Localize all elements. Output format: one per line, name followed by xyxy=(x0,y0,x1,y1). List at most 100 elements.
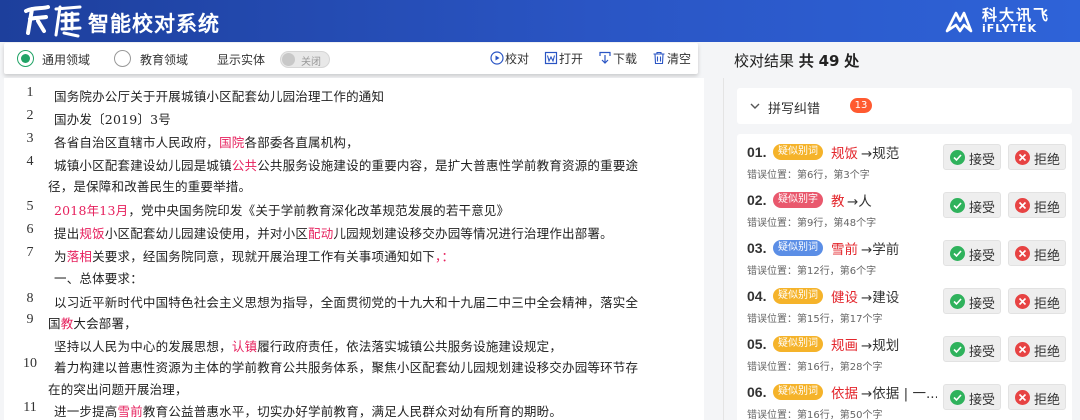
results-total-prefix: 共 xyxy=(798,52,814,70)
clear-label: 清空 xyxy=(667,52,692,66)
download-button[interactable]: 下载 xyxy=(598,49,644,67)
error-type-tag: 疑似别词 xyxy=(773,336,823,352)
line-number: 8 xyxy=(26,291,34,306)
result-item[interactable]: 06. 疑似别词 依据 →依据 | 一... 错误位置：第16行，第50个字 接受 拒绝 xyxy=(737,374,1072,420)
result-item[interactable]: 02. 疑似别字教 →人 错误位置：第9行，第48个字 接受 拒绝 xyxy=(737,182,1072,234)
download-label: 下载 xyxy=(613,52,638,66)
item-number: 01. xyxy=(747,144,767,160)
text-segment: 提出 xyxy=(54,226,80,241)
result-item[interactable]: 04. 疑似别词 健设 →建设 错误位置：第15行，第17个字 接受 拒绝 xyxy=(737,278,1072,330)
document-line: 国务院办公厅关于开展城镇小区配套幼儿园治理工作的通知 xyxy=(54,86,384,105)
open-button[interactable]: 打开 xyxy=(544,49,590,67)
toolbar: 通用领域 教育领域 显示实体 关闭 校对 打开 下载 清空 xyxy=(4,43,698,74)
accept-button[interactable]: 接受 xyxy=(943,336,1001,362)
error-highlight[interactable]: 2018年13月 xyxy=(54,203,128,218)
show-entity-toggle[interactable]: 关闭 xyxy=(280,51,330,68)
text-segment: ，党中央国务院印发《关于学前教育深化改革规范发展的若干意见》 xyxy=(128,203,510,218)
result-item[interactable]: 03. 疑似别词 雪前 →学前 错误位置：第12行，第6个字 接受 拒绝 xyxy=(737,230,1072,282)
result-item[interactable]: 05. 疑似别词 规画 →规划 错误位置：第16行，第28个字 接受 拒绝 xyxy=(737,326,1072,378)
accept-label: 接受 xyxy=(969,201,996,216)
document-editor[interactable]: 1 国务院办公厅关于开展城镇小区配套幼儿园治理工作的通知 2 国办发〔2019〕3号 3… xyxy=(4,78,704,420)
text-segment: 一、总体要求： xyxy=(54,271,143,286)
error-highlight[interactable]: 规饭 xyxy=(79,226,104,241)
accept-button[interactable]: 接受 xyxy=(943,192,1001,218)
error-highlight[interactable]: ，： xyxy=(435,249,454,264)
reject-label: 拒绝 xyxy=(1034,153,1061,168)
original-text: 健设 xyxy=(831,290,858,306)
accept-label: 接受 xyxy=(969,249,996,264)
check-icon xyxy=(950,150,965,165)
line-number: 10 xyxy=(23,356,37,371)
document-line: 以习近平新时代中国特色社会主义思想为指导，全面贯彻党的十九大和十九届二中三中全会… xyxy=(54,292,638,311)
document-line: 提出规饭小区配套幼儿园建设使用，并对小区配动儿园规划建设移交办园等情况进行治理作… xyxy=(54,223,613,242)
document-line: 为落相关要求，经国务院同意，现就开展治理工作有关事项通知如下，： xyxy=(54,246,454,265)
error-highlight[interactable]: 认镇 xyxy=(232,339,257,354)
line-number: 2 xyxy=(26,108,34,123)
text-segment: 径，是保障和改善民生的重要举措。 xyxy=(48,179,252,194)
close-icon xyxy=(1015,150,1030,165)
text-segment: 国务院办公厅关于开展城镇小区配套幼儿园治理工作的通知 xyxy=(54,89,385,104)
error-location: 错误位置：第12行，第6个字 xyxy=(747,266,877,277)
line-number: 5 xyxy=(26,199,34,214)
error-type-tag: 疑似别词 xyxy=(773,288,823,304)
text-segment: 各省自治区直辖市人民政府， xyxy=(54,135,220,150)
error-highlight[interactable]: 配动 xyxy=(308,226,333,241)
group-title: 拼写纠错 xyxy=(768,102,821,117)
clear-button[interactable]: 清空 xyxy=(652,49,698,67)
original-text: 依据 xyxy=(831,386,858,402)
suggested-text: →规范 xyxy=(861,146,900,162)
error-type-tag: 疑似别词 xyxy=(773,240,823,256)
error-location: 错误位置：第16行，第28个字 xyxy=(747,362,883,373)
check-icon xyxy=(950,390,965,405)
reject-button[interactable]: 拒绝 xyxy=(1008,192,1066,218)
accept-button[interactable]: 接受 xyxy=(943,240,1001,266)
text-segment: 为 xyxy=(54,249,67,264)
line-number: 11 xyxy=(23,400,37,415)
error-highlight[interactable]: 雪前 xyxy=(118,404,143,419)
proofread-button[interactable]: 校对 xyxy=(490,49,536,67)
text-segment: 国 xyxy=(48,316,61,331)
app-header: 智能校对系统 科大讯飞 iFLYTEK xyxy=(0,0,1080,42)
accept-button[interactable]: 接受 xyxy=(943,144,1001,170)
radio-education-domain[interactable] xyxy=(114,50,131,67)
reject-button[interactable]: 拒绝 xyxy=(1008,144,1066,170)
calligraphy-logo-icon xyxy=(24,5,82,38)
text-segment: 以习近平新时代中国特色社会主义思想为指导，全面贯彻党的十九大和十九届二中三中全会… xyxy=(54,295,639,310)
error-highlight[interactable]: 公共 xyxy=(232,158,257,173)
iflytek-brand: 科大讯飞 iFLYTEK xyxy=(944,5,1072,37)
document-line: 各省自治区直辖市人民政府，国院各部委各直属机构， xyxy=(54,132,359,151)
error-location: 错误位置：第9行，第48个字 xyxy=(747,218,877,229)
spelling-correction-group[interactable]: 拼写纠错 13 xyxy=(737,88,1072,124)
label-general-domain: 通用领域 xyxy=(42,53,91,67)
line-number: 9 xyxy=(26,312,34,327)
accept-label: 接受 xyxy=(969,153,996,168)
accept-button[interactable]: 接受 xyxy=(943,384,1001,410)
results-label: 校对结果 xyxy=(734,52,795,70)
reject-button[interactable]: 拒绝 xyxy=(1008,384,1066,410)
error-highlight[interactable]: 教 xyxy=(61,316,74,331)
text-segment: 小区配套幼儿园建设使用，并对小区 xyxy=(104,226,309,241)
accept-label: 接受 xyxy=(969,393,996,408)
reject-label: 拒绝 xyxy=(1034,393,1061,408)
radio-general-domain[interactable] xyxy=(17,50,34,67)
error-highlight[interactable]: 落相 xyxy=(67,249,92,264)
document-line: 一、总体要求： xyxy=(54,268,143,287)
check-icon xyxy=(950,294,965,309)
accept-button[interactable]: 接受 xyxy=(943,288,1001,314)
reject-button[interactable]: 拒绝 xyxy=(1008,336,1066,362)
line-number: 6 xyxy=(26,222,34,237)
text-segment: 国办发〔2019〕3号 xyxy=(54,112,171,127)
close-icon xyxy=(1015,198,1030,213)
item-number: 05. xyxy=(747,336,767,352)
group-count-badge: 13 xyxy=(850,98,872,113)
reject-button[interactable]: 拒绝 xyxy=(1008,288,1066,314)
toggle-state: 关闭 xyxy=(301,57,321,68)
open-label: 打开 xyxy=(559,52,584,66)
error-highlight[interactable]: 国院 xyxy=(219,135,244,150)
close-icon xyxy=(1015,246,1030,261)
document-line: 着力构建以普惠性资源为主体的学前教育公共服务体系，聚焦小区配套幼儿园规划建设移交… xyxy=(54,357,638,376)
reject-button[interactable]: 拒绝 xyxy=(1008,240,1066,266)
result-item[interactable]: 01. 疑似别词 规饭 →规范 错误位置：第6行，第3个字 接受 拒绝 xyxy=(737,134,1072,186)
brand-name-en: iFLYTEK xyxy=(982,22,1038,35)
text-segment: 城镇小区配套建设幼儿园是城镇 xyxy=(54,158,232,173)
